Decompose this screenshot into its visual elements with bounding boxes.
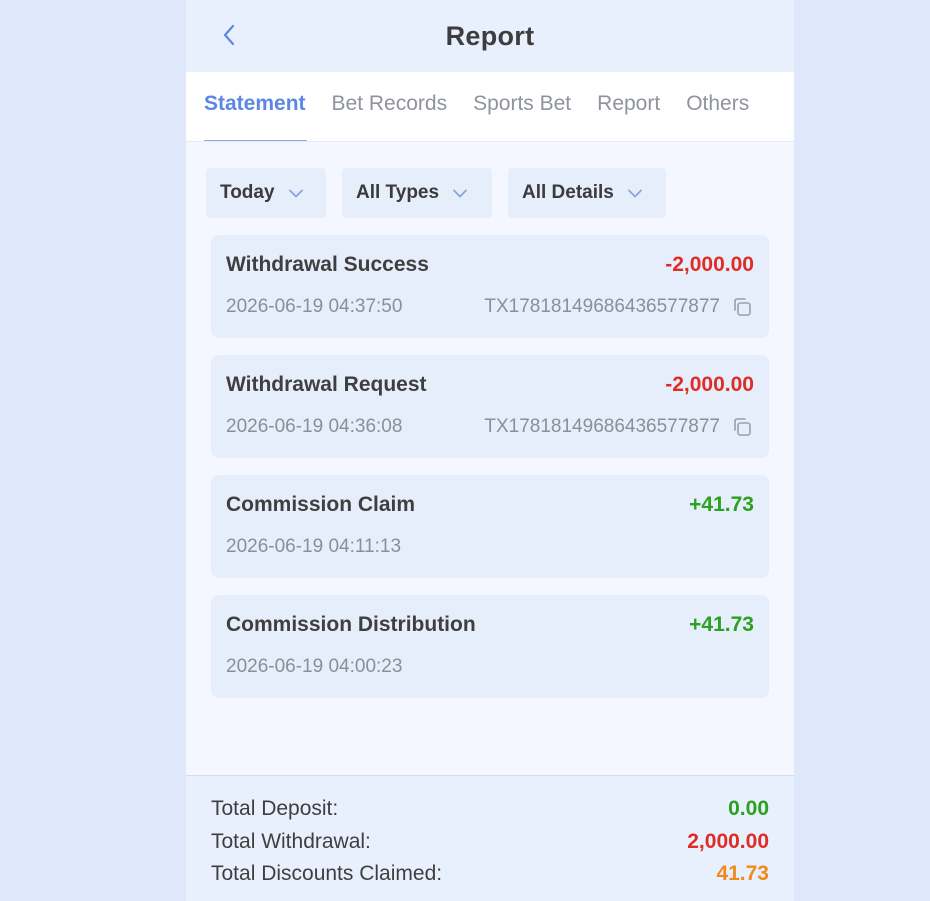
tab-sports-bet[interactable]: Sports Bet <box>460 72 584 141</box>
chevron-down-icon <box>453 189 467 198</box>
record-title: Withdrawal Request <box>226 373 427 396</box>
details-filter-dropdown[interactable]: All Details <box>508 168 666 218</box>
transaction-id: TX17818149686436577877 <box>484 416 720 437</box>
date-filter-label: Today <box>220 182 275 203</box>
total-withdrawal-row: Total Withdrawal: 2,000.00 <box>211 826 769 859</box>
top-bar: Report <box>186 0 794 72</box>
tab-bet-records[interactable]: Bet Records <box>319 72 461 141</box>
record-time: 2026-06-19 04:36:08 <box>226 416 403 437</box>
back-button[interactable] <box>214 20 244 50</box>
total-withdrawal-value: 2,000.00 <box>687 829 769 853</box>
total-discounts-label: Total Discounts Claimed: <box>211 862 443 886</box>
statement-record[interactable]: Commission Claim +41.73 2026-06-19 04:11… <box>211 475 769 578</box>
tab-others[interactable]: Others <box>673 72 762 141</box>
record-amount: +41.73 <box>689 493 754 516</box>
total-deposit-row: Total Deposit: 0.00 <box>211 793 769 826</box>
chevron-left-icon <box>223 24 235 46</box>
total-discounts-row: Total Discounts Claimed: 41.73 <box>211 858 769 891</box>
record-title: Commission Distribution <box>226 613 476 636</box>
record-amount: -2,000.00 <box>665 253 754 276</box>
tab-report[interactable]: Report <box>584 72 673 141</box>
tab-statement[interactable]: Statement <box>186 72 319 141</box>
copy-icon[interactable] <box>730 295 754 319</box>
statement-record[interactable]: Withdrawal Success -2,000.00 2026-06-19 … <box>211 235 769 338</box>
chevron-down-icon <box>288 189 303 198</box>
total-discounts-value: 41.73 <box>716 862 769 886</box>
date-filter-dropdown[interactable]: Today <box>206 168 326 218</box>
statement-list: Withdrawal Success -2,000.00 2026-06-19 … <box>186 218 794 698</box>
record-title: Commission Claim <box>226 493 416 516</box>
transaction-id: TX17818149686436577877 <box>484 296 720 317</box>
totals-summary: Total Deposit: 0.00 Total Withdrawal: 2,… <box>186 775 794 901</box>
record-time: 2026-06-19 04:11:13 <box>226 536 402 557</box>
record-amount: +41.73 <box>689 613 754 636</box>
report-tabs: Statement Bet Records Sports Bet Report … <box>186 72 794 142</box>
total-deposit-label: Total Deposit: <box>211 797 339 821</box>
copy-icon[interactable] <box>730 415 754 439</box>
record-time: 2026-06-19 04:00:23 <box>226 656 403 677</box>
type-filter-dropdown[interactable]: All Types <box>342 168 492 218</box>
record-title: Withdrawal Success <box>226 253 429 276</box>
page-title: Report <box>445 20 535 51</box>
filter-bar: Today All Types All Details <box>186 142 794 218</box>
total-withdrawal-label: Total Withdrawal: <box>211 829 371 853</box>
statement-record[interactable]: Commission Distribution +41.73 2026-06-1… <box>211 595 769 698</box>
type-filter-label: All Types <box>356 182 440 203</box>
record-time: 2026-06-19 04:37:50 <box>226 296 403 317</box>
details-filter-label: All Details <box>522 182 614 203</box>
total-deposit-value: 0.00 <box>728 797 769 821</box>
statement-record[interactable]: Withdrawal Request -2,000.00 2026-06-19 … <box>211 355 769 458</box>
chevron-down-icon <box>627 189 642 198</box>
report-screen: Report Statement Bet Records Sports Bet … <box>186 0 794 901</box>
record-amount: -2,000.00 <box>665 373 754 396</box>
